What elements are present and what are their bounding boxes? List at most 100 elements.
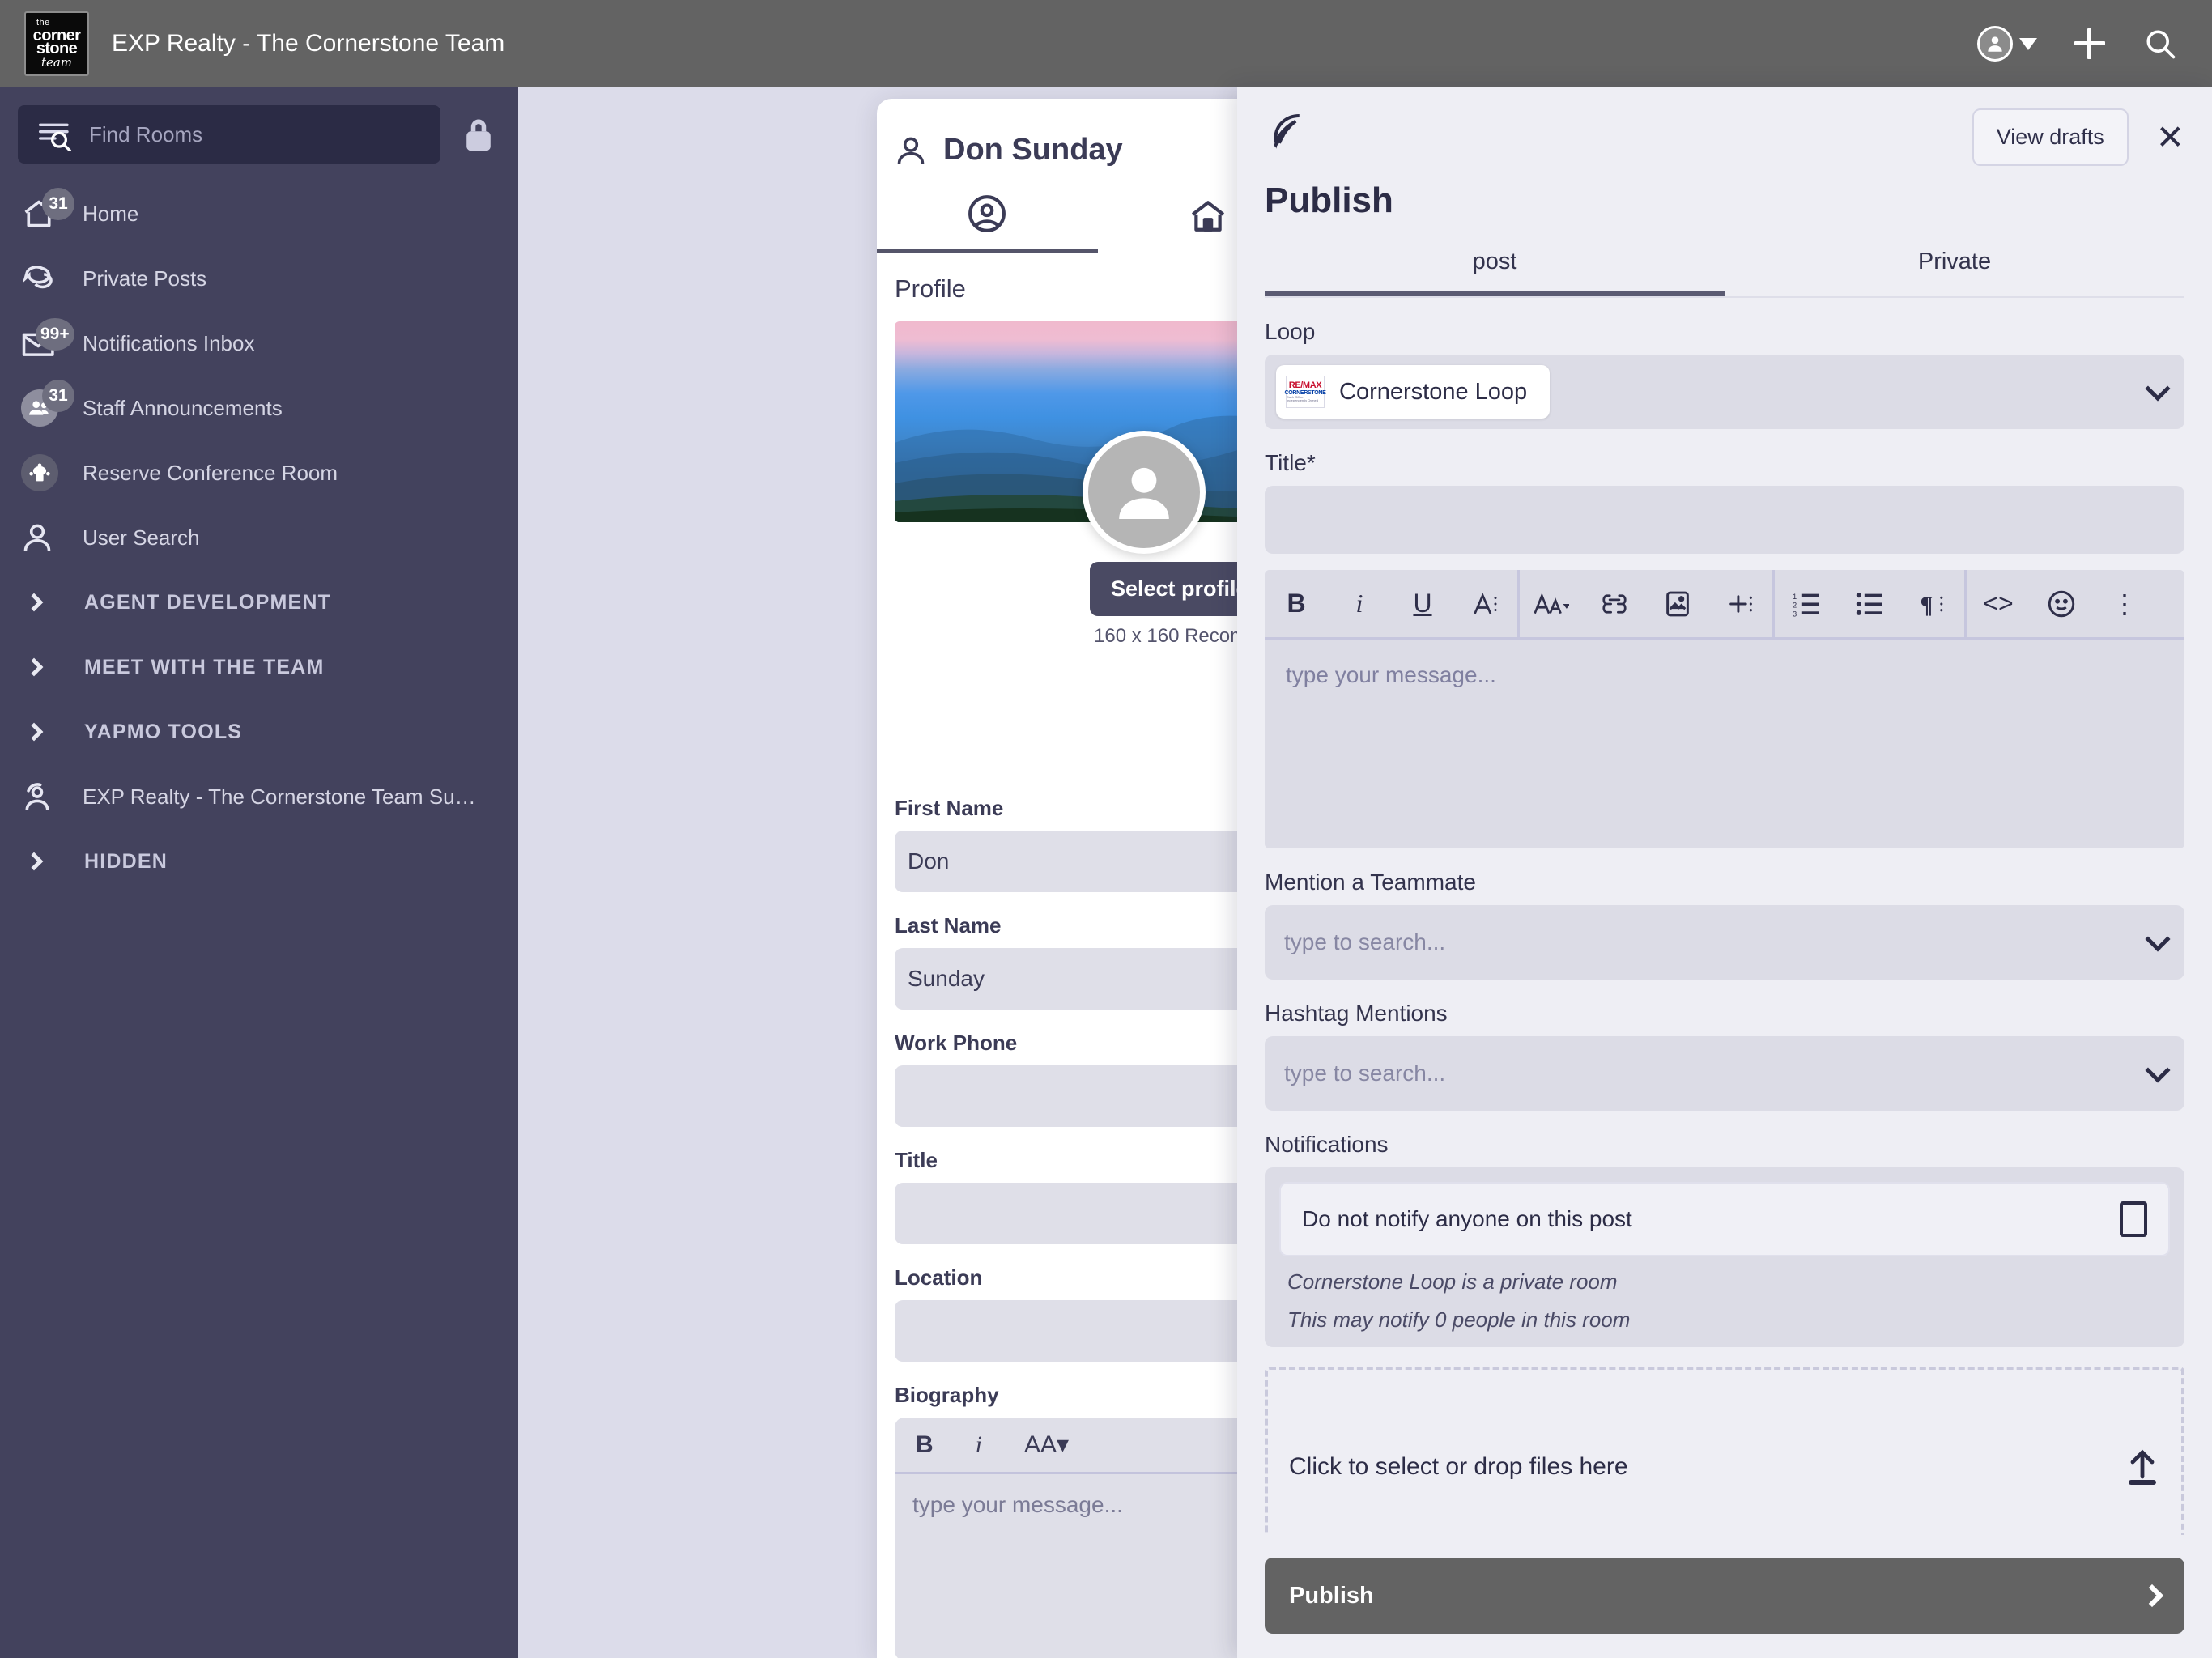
svg-text:¶: ¶ [1921, 592, 1933, 617]
caret-down-icon [2019, 37, 2037, 50]
loop-label: Loop [1265, 319, 1316, 344]
bullet-list-icon[interactable] [1838, 591, 1901, 617]
chevron-right-icon [24, 722, 44, 742]
search-icon[interactable] [2142, 26, 2178, 62]
sidebar-section-meet-with-the-team[interactable]: MEET WITH THE TEAM [0, 635, 518, 699]
find-rooms-search[interactable]: Find Rooms [18, 105, 440, 164]
sidebar-item-label-private-posts: Private Posts [83, 266, 207, 291]
find-rooms-icon [39, 123, 71, 151]
loop-select[interactable]: RE/MAX CORNERSTONE Each Office Independe… [1265, 355, 2184, 429]
chevron-down-icon[interactable] [2145, 926, 2171, 952]
code-icon[interactable]: <> [1967, 589, 2030, 619]
svg-text:1: 1 [1793, 592, 1797, 600]
paragraph-icon[interactable]: ¶ [1901, 590, 1964, 618]
brand-logo[interactable]: the corner stone team [24, 11, 89, 76]
publish-button-label: Publish [1289, 1582, 1374, 1609]
chevron-down-icon[interactable] [2145, 376, 2171, 402]
badge-staff-announcements: 31 [42, 380, 74, 412]
sidebar: Find Rooms 31 Home Private Posts 99+ Not… [0, 87, 518, 1658]
chevron-right-icon [24, 852, 44, 871]
bold-icon[interactable]: B [1265, 589, 1328, 619]
sidebar-item-private-posts[interactable]: Private Posts [0, 246, 518, 311]
notifications-card: Do not notify anyone on this post Corner… [1265, 1167, 2184, 1347]
do-not-notify-row[interactable]: Do not notify anyone on this post [1279, 1182, 2170, 1256]
view-drafts-button[interactable]: View drafts [1972, 108, 2129, 166]
tab-post[interactable]: post [1265, 249, 1725, 296]
emoji-icon[interactable] [2030, 589, 2093, 619]
publish-form: Loop RE/MAX CORNERSTONE Each Office Inde… [1237, 298, 2212, 1535]
publish-tabs: post Private [1265, 249, 2184, 298]
font-size-icon[interactable]: AA▾ [1024, 1431, 1069, 1459]
sidebar-item-label-reserve-conference-room: Reserve Conference Room [83, 460, 338, 485]
publish-panel-title: Publish [1265, 181, 1393, 220]
sidebar-item-label-user-search: User Search [83, 525, 200, 550]
notifications-label: Notifications [1265, 1132, 1389, 1157]
more-options-icon[interactable]: ⋮ [2093, 589, 2156, 619]
app-title: EXP Realty - The Cornerstone Team [112, 30, 505, 57]
sidebar-section-yapmo-tools[interactable]: YAPMO TOOLS [0, 699, 518, 764]
do-not-notify-checkbox[interactable] [2120, 1201, 2147, 1237]
home-icon: 31 [21, 188, 74, 230]
do-not-notify-label: Do not notify anyone on this post [1302, 1206, 1632, 1231]
publish-header: View drafts ✕ Publish post Private [1237, 87, 2212, 298]
sidebar-section-agent-development[interactable]: AGENT DEVELOPMENT [0, 570, 518, 635]
home-icon [1191, 201, 1224, 232]
publish-button[interactable]: Publish [1265, 1558, 2184, 1634]
logo-line-team: team [40, 55, 73, 70]
notification-note-private-room: Cornerstone Loop is a private room [1287, 1269, 1618, 1294]
people-icon: 31 [21, 380, 74, 427]
sidebar-item-label-notifications-inbox: Notifications Inbox [83, 330, 255, 355]
italic-icon[interactable]: i [1328, 589, 1391, 619]
post-title-input[interactable] [1265, 486, 2184, 554]
lock-icon[interactable] [462, 115, 496, 154]
mention-label: Mention a Teammate [1265, 869, 1476, 895]
user-avatar-icon [1977, 26, 2013, 62]
tab-private[interactable]: Private [1725, 249, 2184, 296]
conference-room-icon [21, 454, 71, 491]
numbered-list-icon[interactable]: 1 2 3 [1775, 591, 1838, 617]
bold-icon[interactable]: B [916, 1431, 934, 1459]
sidebar-item-user-search[interactable]: User Search [0, 505, 518, 570]
sidebar-item-notifications-inbox[interactable]: 99+ Notifications Inbox [0, 311, 518, 376]
notification-note-people-count: This may notify 0 people in this room [1287, 1307, 1631, 1332]
message-editor: B i U 1 2 3 ¶ <> ⋮ type your message... [1265, 570, 2184, 848]
sidebar-item-reserve-conference-room[interactable]: Reserve Conference Room [0, 440, 518, 505]
insert-icon[interactable] [1709, 590, 1772, 618]
message-placeholder[interactable]: type your message... [1265, 640, 2184, 848]
close-icon[interactable]: ✕ [2156, 120, 2184, 155]
upload-icon[interactable] [2125, 1448, 2160, 1486]
sidebar-item-label-exp-realty-support: EXP Realty - The Cornerstone Team Su… [83, 784, 476, 809]
chevron-down-icon[interactable] [2145, 1057, 2171, 1083]
remax-logo-icon: RE/MAX CORNERSTONE Each Office Independe… [1284, 376, 1326, 408]
feather-icon [1274, 113, 1300, 149]
sidebar-section-label-meet-with-the-team: MEET WITH THE TEAM [84, 655, 325, 678]
user-icon [897, 137, 925, 164]
plus-icon[interactable] [2074, 28, 2105, 59]
mention-teammate-select[interactable]: type to search... [1265, 905, 2184, 980]
sidebar-item-label-home: Home [83, 201, 139, 226]
account-menu-button[interactable] [1977, 26, 2037, 62]
underline-icon[interactable]: U [1391, 589, 1454, 619]
sidebar-item-staff-announcements[interactable]: 31 Staff Announcements [0, 376, 518, 440]
file-dropzone[interactable]: Click to select or drop files here [1265, 1367, 2184, 1535]
sidebar-item-exp-realty-support[interactable]: EXP Realty - The Cornerstone Team Su… [0, 764, 518, 829]
sidebar-section-hidden[interactable]: HIDDEN [0, 829, 518, 894]
sidebar-section-label-hidden: HIDDEN [84, 849, 168, 873]
font-size-icon[interactable] [1520, 591, 1583, 617]
profile-tab-profile[interactable] [877, 193, 1098, 253]
loop-selected-chip[interactable]: RE/MAX CORNERSTONE Each Office Independe… [1276, 365, 1551, 419]
image-icon[interactable] [1646, 590, 1709, 618]
hashtag-mentions-select[interactable]: type to search... [1265, 1036, 2184, 1111]
italic-icon[interactable]: i [976, 1431, 982, 1459]
envelope-icon: 99+ [21, 318, 74, 359]
chevron-right-icon [2140, 1584, 2164, 1608]
link-icon[interactable] [1583, 592, 1646, 616]
top-bar-actions [1977, 26, 2178, 62]
sidebar-item-label-staff-announcements: Staff Announcements [83, 395, 283, 420]
sidebar-item-home[interactable]: 31 Home [0, 181, 518, 246]
profile-circle-icon [968, 195, 1006, 232]
avatar[interactable] [1083, 431, 1206, 554]
text-color-icon[interactable] [1454, 590, 1517, 618]
badge-notifications: 99+ [36, 318, 74, 351]
remax-logo-bottom: Each Office Independently Owned [1287, 395, 1318, 402]
